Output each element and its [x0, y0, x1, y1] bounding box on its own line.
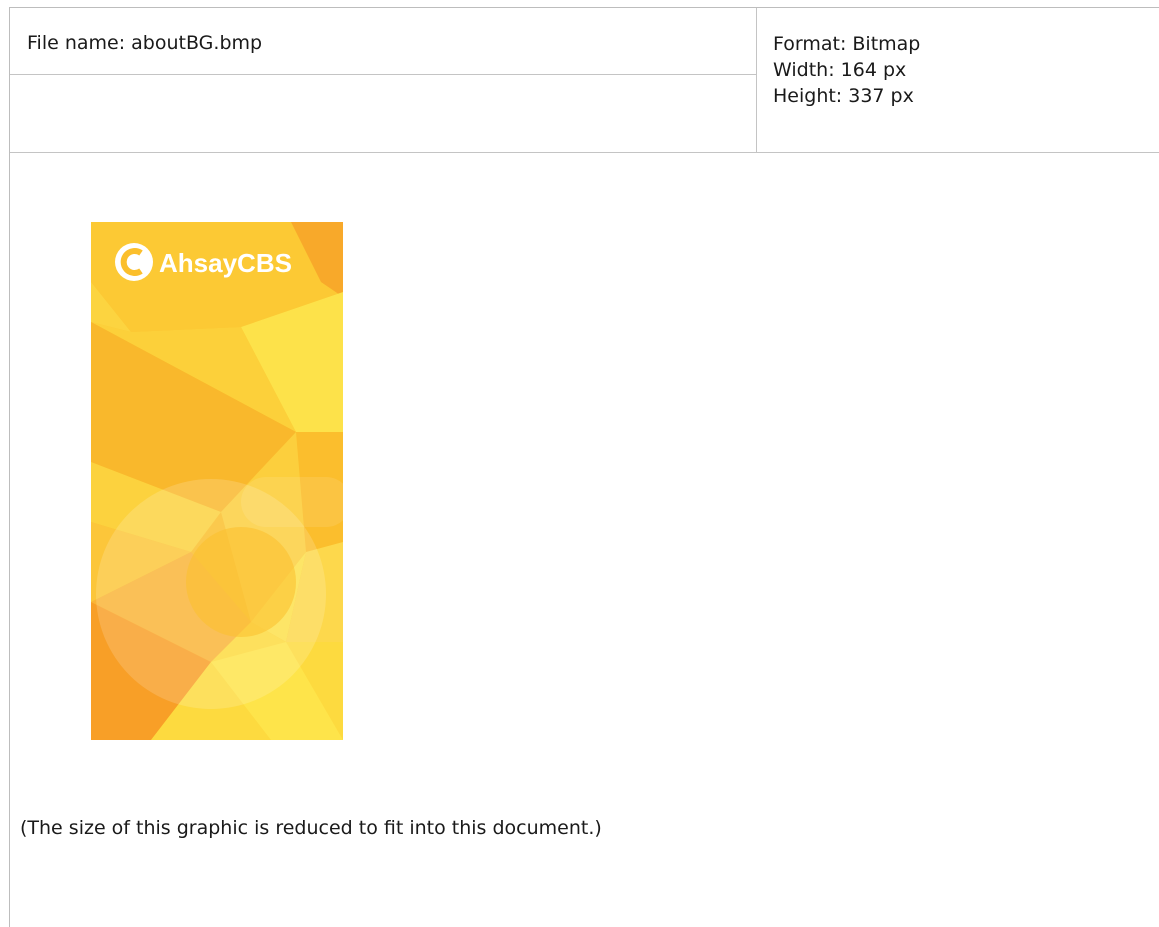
height-label: Height: 337 px: [773, 85, 914, 107]
about-background-graphic: AhsayCBS: [91, 222, 343, 740]
row-divider-2: [10, 152, 1159, 153]
ahsay-logo-icon: [115, 243, 153, 281]
caption-text: (The size of this graphic is reduced to …: [20, 817, 602, 839]
column-divider: [756, 8, 757, 152]
format-label: Format: Bitmap: [773, 33, 921, 55]
logo-text: AhsayCBS: [159, 248, 292, 278]
row-divider-1: [10, 74, 756, 75]
file-properties: Format: Bitmap Width: 164 px Height: 337…: [773, 31, 920, 109]
width-label: Width: 164 px: [773, 59, 907, 81]
about-background-thumbnail: AhsayCBS: [91, 222, 343, 740]
file-name-label: File name: aboutBG.bmp: [27, 32, 263, 54]
